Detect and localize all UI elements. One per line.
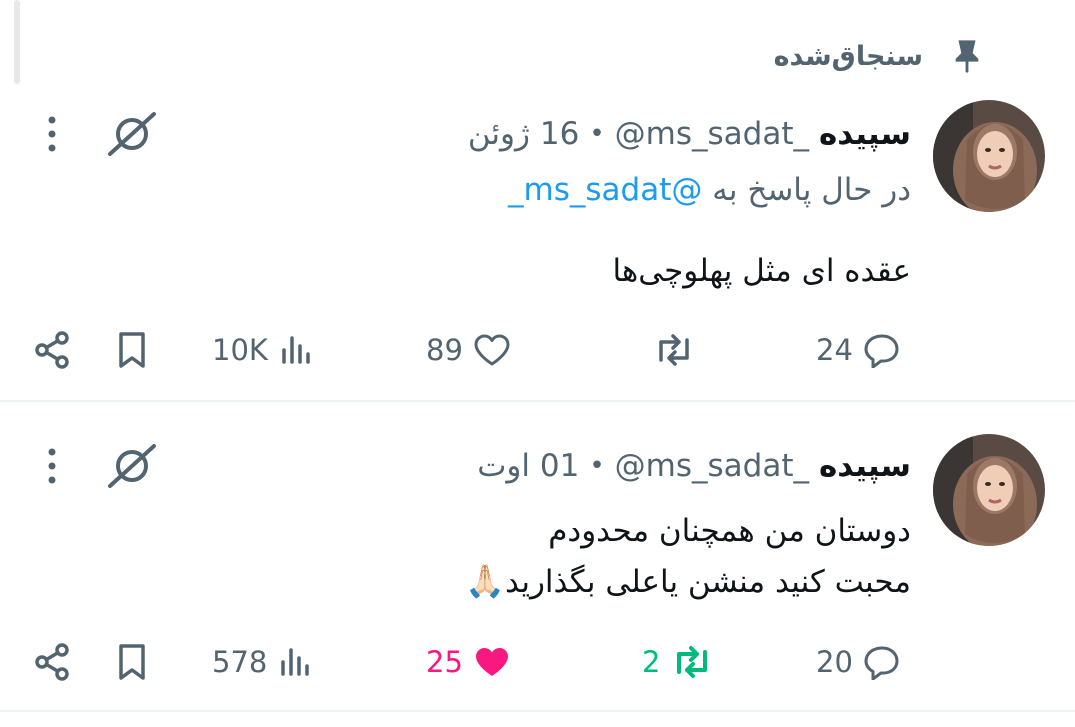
display-name[interactable]: سپیده <box>819 116 911 152</box>
reply-context: در حال پاسخ به @ms_sadat_ <box>508 172 911 208</box>
reply-icon <box>864 334 899 368</box>
tweet-text: عقده ای مثل پهلوچی‌ها <box>612 246 911 296</box>
tweet-text-line: عقده ای مثل پهلوچی‌ها <box>612 253 911 289</box>
bookmark-icon <box>119 644 145 680</box>
tweet-header: سپیده @ms_sadat_ • 16 ژوئن <box>468 112 911 156</box>
retweet-count: 2 <box>642 645 661 679</box>
bookmark-button[interactable] <box>114 634 150 690</box>
tweet-text-line: محبت کنید منشن یاعلی بگذارید🙏🏻 <box>465 556 911 607</box>
retweet-icon <box>659 334 689 366</box>
user-handle[interactable]: @ms_sadat_ <box>615 448 809 484</box>
tweet-text-segment: محبت کنید منشن یاعلی بگذارید <box>505 564 911 600</box>
share-icon <box>35 643 69 681</box>
views-button[interactable]: 578 <box>212 634 313 690</box>
avatar[interactable] <box>933 100 1045 212</box>
reply-count: 20 <box>816 645 853 679</box>
share-button[interactable] <box>32 322 72 378</box>
avatar[interactable] <box>933 434 1045 546</box>
reply-button[interactable]: 20 <box>816 634 901 690</box>
reply-button[interactable]: 24 <box>816 322 901 378</box>
like-button[interactable]: 89 <box>426 322 511 378</box>
tweet-actions: 20 2 25 578 <box>0 634 1075 690</box>
pinned-label: سنجاق‌شده <box>773 40 923 72</box>
tweet-divider <box>0 710 1075 712</box>
bookmark-icon <box>119 332 145 368</box>
tweet-date[interactable]: 01 اوت <box>477 448 579 484</box>
profile-timeline: سنجاق‌شده سپیده @ms_sadat_ • 16 ژوئن <box>0 0 1075 727</box>
like-button[interactable]: 25 <box>426 634 511 690</box>
user-handle[interactable]: @ms_sadat_ <box>615 116 809 152</box>
tweet[interactable]: سپیده @ms_sadat_ • 16 ژوئن در حال پاسخ ب… <box>0 100 1075 402</box>
bookmark-button[interactable] <box>114 322 150 378</box>
separator-dot: • <box>589 451 605 481</box>
tweet-text: دوستان من همچنان محدودم محبت کنید منشن ی… <box>465 506 911 607</box>
grok-icon[interactable] <box>104 442 160 490</box>
views-count: 578 <box>212 645 268 679</box>
tweet-date[interactable]: 16 ژوئن <box>468 116 579 152</box>
tweet-actions: 24 89 10K <box>0 322 1075 378</box>
tweet[interactable]: سپیده @ms_sadat_ • 01 اوت دوستان من همچن… <box>0 402 1075 712</box>
grok-icon[interactable] <box>104 110 160 158</box>
reply-mention-link[interactable]: @ms_sadat_ <box>508 172 702 208</box>
reply-count: 24 <box>816 333 853 367</box>
views-icon <box>282 336 310 364</box>
share-button[interactable] <box>32 634 72 690</box>
pinned-indicator: سنجاق‌شده <box>774 34 987 78</box>
views-icon <box>281 648 310 676</box>
praying-hands-emoji: 🙏🏻 <box>465 562 506 600</box>
scrollbar[interactable] <box>14 0 20 84</box>
retweet-button[interactable]: 2 <box>642 634 714 690</box>
share-icon <box>35 331 69 369</box>
reply-prefix: در حال پاسخ به <box>712 172 911 208</box>
views-button[interactable]: 10K <box>212 322 314 378</box>
more-options-icon[interactable] <box>38 446 66 486</box>
pin-icon <box>947 36 987 76</box>
like-count: 25 <box>426 645 463 679</box>
tweet-text-line: دوستان من همچنان محدودم <box>548 513 911 549</box>
heart-icon <box>474 334 510 366</box>
views-count: 10K <box>212 333 268 367</box>
reply-icon <box>864 646 899 680</box>
display-name[interactable]: سپیده <box>819 448 911 484</box>
like-count: 89 <box>426 333 463 367</box>
more-options-icon[interactable] <box>38 114 66 154</box>
retweet-icon <box>677 646 708 678</box>
tweet-header: سپیده @ms_sadat_ • 01 اوت <box>477 444 911 488</box>
heart-filled-icon <box>475 648 508 676</box>
separator-dot: • <box>589 119 605 149</box>
retweet-button[interactable] <box>642 322 696 378</box>
